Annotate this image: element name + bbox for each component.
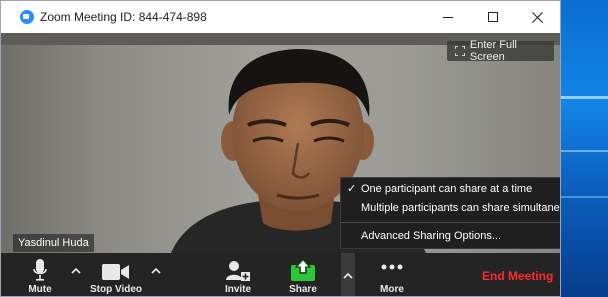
stop-video-label: Stop Video <box>89 284 143 295</box>
chevron-up-icon <box>71 268 81 274</box>
desktop-background <box>560 0 608 297</box>
video-options-caret[interactable] <box>148 263 164 279</box>
share-options-menu: ✓ One participant can share at a time Mu… <box>340 177 560 249</box>
chevron-up-icon <box>151 268 161 274</box>
enter-full-screen-button[interactable]: Enter Full Screen <box>447 39 554 63</box>
close-button[interactable] <box>515 1 560 33</box>
menu-item-multiple-participants-share[interactable]: Multiple participants can share simultan… <box>341 199 560 217</box>
enter-full-screen-label: Enter Full Screen <box>469 39 517 63</box>
minimize-button[interactable] <box>425 1 470 33</box>
stop-video-button[interactable]: Stop Video <box>89 253 143 296</box>
more-button[interactable]: More <box>375 253 409 296</box>
end-meeting-button[interactable]: End Meeting <box>482 269 553 283</box>
mute-label: Mute <box>28 284 52 295</box>
maximize-button[interactable] <box>470 1 515 33</box>
share-screen-button[interactable]: Share <box>285 253 321 296</box>
menu-item-label: Multiple participants can share simultan… <box>361 202 560 214</box>
audio-options-caret[interactable] <box>68 263 84 279</box>
menu-item-one-participant-share[interactable]: ✓ One participant can share at a time <box>341 180 560 198</box>
window-controls <box>425 1 560 33</box>
menu-item-advanced-sharing-options[interactable]: Advanced Sharing Options... <box>341 227 560 245</box>
desktop-light-beam <box>560 196 608 198</box>
share-screen-icon <box>291 259 315 281</box>
desktop-light-beam <box>560 96 608 99</box>
minimize-icon <box>442 16 453 18</box>
checkmark-icon: ✓ <box>347 183 357 195</box>
zoom-meeting-window: Zoom Meeting ID: 844-474-898 Yasdinul Hu… <box>0 0 561 297</box>
more-dots-icon <box>381 264 403 270</box>
more-label: More <box>380 284 404 295</box>
window-title: Zoom Meeting ID: 844-474-898 <box>40 10 207 24</box>
close-icon <box>532 11 543 23</box>
invite-button[interactable]: Invite <box>219 253 257 296</box>
video-camera-icon <box>102 264 129 280</box>
microphone-icon <box>33 259 47 281</box>
fullscreen-icon <box>455 46 465 56</box>
maximize-icon <box>487 12 498 22</box>
share-options-caret[interactable] <box>341 253 355 296</box>
participant-name-tag: Yasdinul Huda <box>13 234 94 252</box>
menu-item-label: Advanced Sharing Options... <box>361 230 502 242</box>
desktop-light-beam <box>560 150 608 152</box>
zoom-logo-icon <box>20 10 34 24</box>
menu-divider <box>341 222 560 223</box>
chevron-up-icon <box>343 272 353 279</box>
mute-button[interactable]: Mute <box>23 253 57 296</box>
meeting-toolbar: Mute Stop Video Invite Share More End Me… <box>1 253 560 296</box>
menu-item-label: One participant can share at a time <box>361 183 533 195</box>
invite-label: Invite <box>224 284 252 295</box>
add-person-icon <box>226 261 250 281</box>
title-bar[interactable]: Zoom Meeting ID: 844-474-898 <box>1 1 560 33</box>
share-label: Share <box>289 284 317 295</box>
